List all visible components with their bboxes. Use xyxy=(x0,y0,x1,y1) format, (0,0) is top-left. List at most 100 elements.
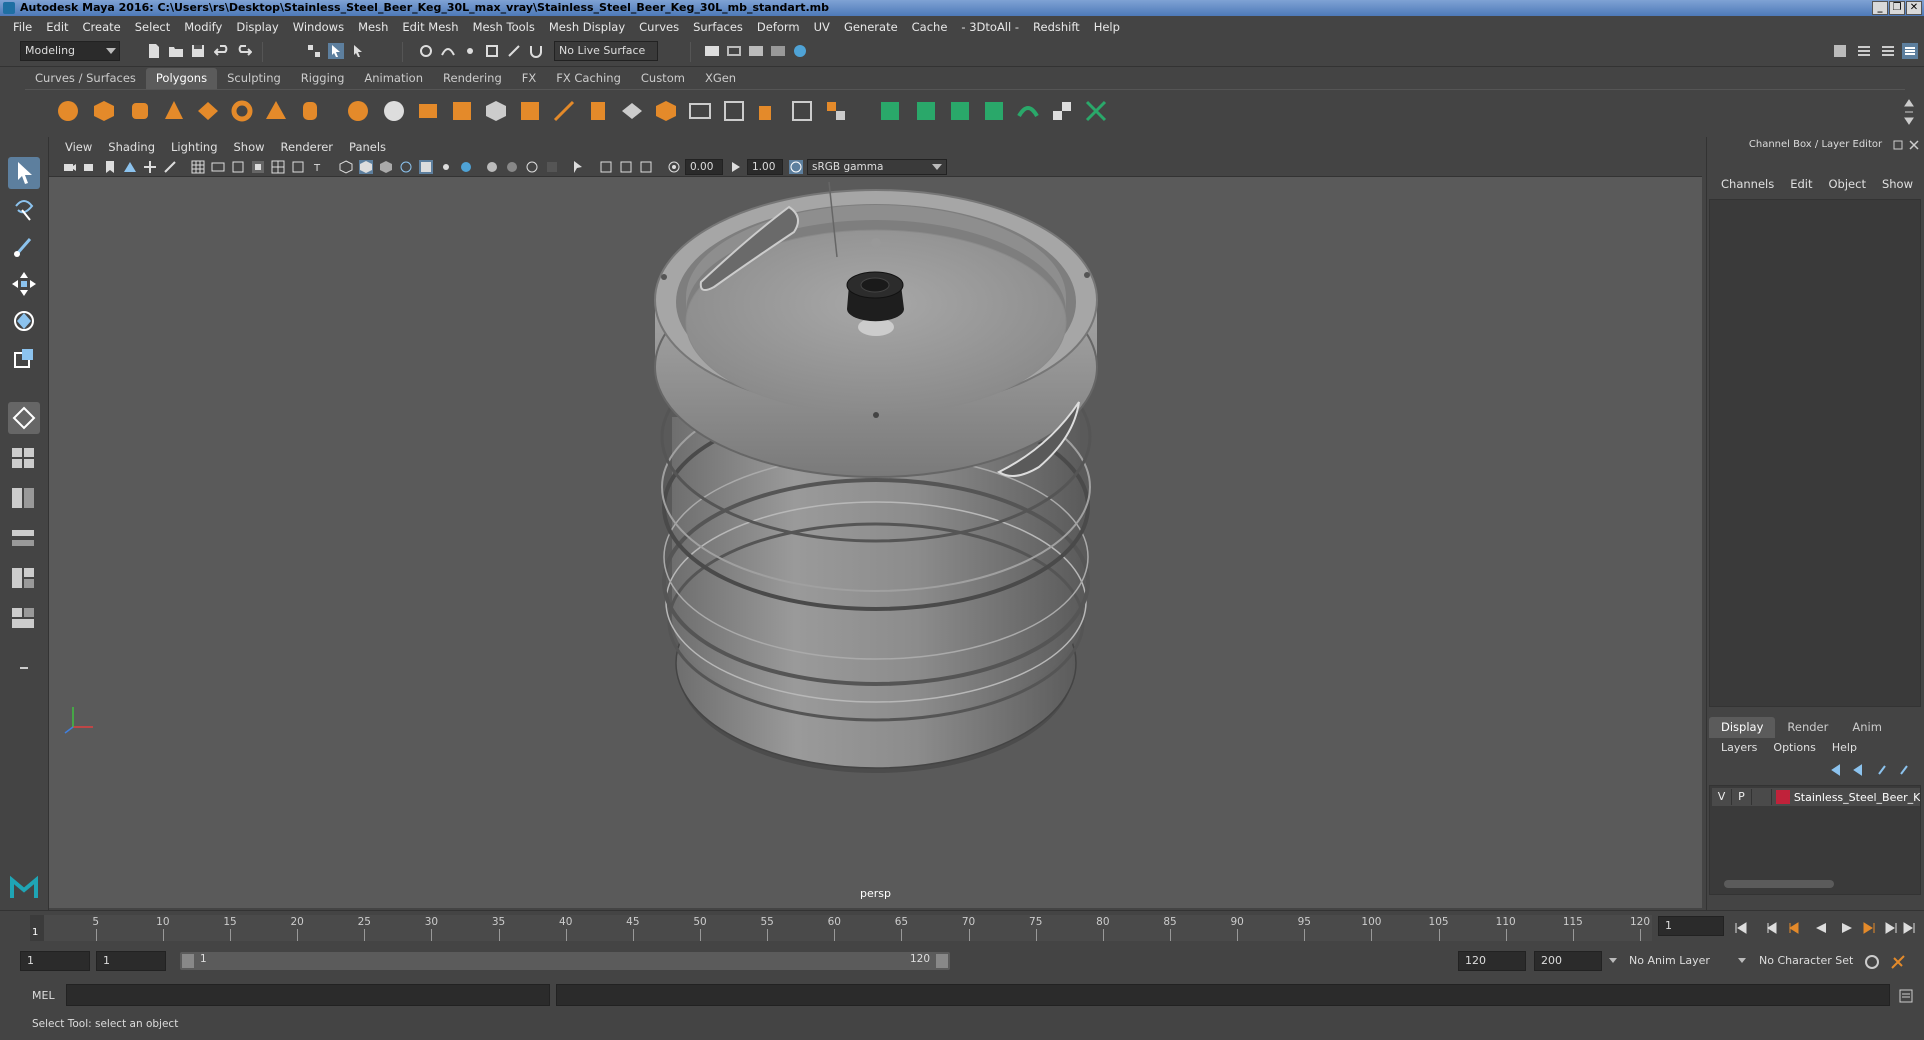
resolution-gate-icon[interactable] xyxy=(231,160,245,174)
channel-list[interactable] xyxy=(1709,199,1921,707)
channel-box-toggle-icon[interactable] xyxy=(1902,43,1918,59)
bridge-icon[interactable] xyxy=(619,98,645,124)
menu-file[interactable]: File xyxy=(6,20,39,34)
lasso-tool-icon[interactable] xyxy=(8,194,40,226)
menu-windows[interactable]: Windows xyxy=(286,20,351,34)
hypershade-layout-icon[interactable] xyxy=(8,602,40,634)
minimize-button[interactable]: _ xyxy=(1872,1,1888,15)
menu-select[interactable]: Select xyxy=(128,20,177,34)
snap-view-plane-icon[interactable] xyxy=(484,43,500,59)
safe-action-icon[interactable] xyxy=(291,160,305,174)
combine-icon[interactable] xyxy=(345,98,371,124)
modeling-toolkit-icon[interactable] xyxy=(1832,43,1848,59)
shelf-tab-curves-surfaces[interactable]: Curves / Surfaces xyxy=(25,68,146,89)
select-by-object-icon[interactable] xyxy=(328,43,344,59)
collapse-icon[interactable] xyxy=(823,98,849,124)
menu-modify[interactable]: Modify xyxy=(177,20,229,34)
channels-menu[interactable]: Channels xyxy=(1713,177,1782,191)
xray-components-icon[interactable] xyxy=(639,160,653,174)
gate-mask-icon[interactable] xyxy=(251,160,265,174)
hypershade-icon[interactable] xyxy=(792,43,808,59)
undo-icon[interactable] xyxy=(214,43,230,59)
menu-uv[interactable]: UV xyxy=(807,20,837,34)
smooth-icon[interactable] xyxy=(449,98,475,124)
poly-pipe-icon[interactable] xyxy=(297,98,323,124)
depth-of-field-icon[interactable] xyxy=(545,160,559,174)
redo-icon[interactable] xyxy=(236,43,252,59)
current-frame-field[interactable]: 1 xyxy=(1658,916,1724,936)
layer-color-swatch[interactable] xyxy=(1775,790,1790,804)
save-scene-icon[interactable] xyxy=(190,43,206,59)
use-all-lights-icon[interactable] xyxy=(439,160,453,174)
layer-visibility-toggle[interactable]: V xyxy=(1712,789,1732,805)
xray-icon[interactable] xyxy=(599,160,613,174)
menu-generate[interactable]: Generate xyxy=(837,20,905,34)
character-set-select[interactable]: No Character Set xyxy=(1752,951,1870,971)
chevron-down-icon[interactable] xyxy=(1609,958,1617,963)
toolbox-more-icon[interactable] xyxy=(8,652,40,684)
shelf-tab-rigging[interactable]: Rigging xyxy=(291,68,355,89)
scale-tool-icon[interactable] xyxy=(8,342,40,374)
shelf-tab-xgen[interactable]: XGen xyxy=(695,68,746,89)
safe-title-icon[interactable]: T xyxy=(311,160,325,174)
uv-planar-icon[interactable] xyxy=(877,98,903,124)
field-chart-icon[interactable] xyxy=(271,160,285,174)
poly-plane-icon[interactable] xyxy=(195,98,221,124)
exposure-icon[interactable] xyxy=(667,160,681,174)
layer-tab-render[interactable]: Render xyxy=(1775,717,1840,738)
uv-automatic-icon[interactable] xyxy=(981,98,1007,124)
command-input[interactable] xyxy=(66,984,550,1006)
film-gate-icon[interactable] xyxy=(211,160,225,174)
layer-name[interactable]: Stainless_Steel_Beer_K xyxy=(1794,791,1920,804)
shelf-tab-custom[interactable]: Custom xyxy=(631,68,695,89)
layer-row[interactable]: V P Stainless_Steel_Beer_K xyxy=(1712,788,1920,806)
viewport-menu-view[interactable]: View xyxy=(57,140,100,154)
two-panel-layout-icon[interactable] xyxy=(8,482,40,514)
default-material-icon[interactable] xyxy=(379,160,393,174)
show-menu[interactable]: Show xyxy=(1874,177,1921,191)
menu-mesh[interactable]: Mesh xyxy=(351,20,395,34)
exposure-field[interactable]: 0.00 xyxy=(685,159,723,175)
grease-pencil-icon[interactable] xyxy=(163,160,177,174)
layer-playback-toggle[interactable]: P xyxy=(1732,789,1752,805)
bevel-icon[interactable] xyxy=(585,98,611,124)
select-by-hierarchy-icon[interactable] xyxy=(306,43,322,59)
move-tool-icon[interactable] xyxy=(8,268,40,300)
grid-icon[interactable] xyxy=(191,160,205,174)
uv-unfold-icon[interactable] xyxy=(1015,98,1041,124)
screen-space-ao-icon[interactable] xyxy=(485,160,499,174)
outliner-layout-icon[interactable] xyxy=(8,522,40,554)
camera-select-icon[interactable] xyxy=(63,160,77,174)
object-menu[interactable]: Object xyxy=(1821,177,1874,191)
layer-type-toggle[interactable] xyxy=(1752,789,1772,805)
shadows-icon[interactable] xyxy=(459,160,473,174)
help-menu[interactable]: Help xyxy=(1824,741,1865,754)
reduce-icon[interactable] xyxy=(483,98,509,124)
render-view-icon[interactable] xyxy=(704,43,720,59)
shelf-tab-polygons[interactable]: Polygons xyxy=(145,68,218,89)
uv-layout-icon[interactable] xyxy=(1083,98,1109,124)
select-tool-icon[interactable] xyxy=(8,157,40,189)
snap-grid-icon[interactable] xyxy=(418,43,434,59)
extrude-icon[interactable] xyxy=(517,98,543,124)
smooth-shade-icon[interactable] xyxy=(359,160,373,174)
layers-menu[interactable]: Layers xyxy=(1713,741,1765,754)
snap-live-icon[interactable] xyxy=(506,43,522,59)
mode-selector[interactable]: Modeling xyxy=(20,41,120,61)
shelf-tab-rendering[interactable]: Rendering xyxy=(433,68,512,89)
layer-tab-anim[interactable]: Anim xyxy=(1840,717,1894,738)
rotate-tool-icon[interactable] xyxy=(8,305,40,337)
menu-edit-mesh[interactable]: Edit Mesh xyxy=(395,20,465,34)
multi-cut-icon[interactable] xyxy=(551,98,577,124)
snap-curve-icon[interactable] xyxy=(440,43,456,59)
poly-cylinder-icon[interactable] xyxy=(127,98,153,124)
poly-cone-icon[interactable] xyxy=(161,98,187,124)
menu-edit[interactable]: Edit xyxy=(39,20,75,34)
range-end-handle[interactable] xyxy=(936,954,948,968)
magnet-icon[interactable] xyxy=(528,43,544,59)
chevron-down-icon[interactable] xyxy=(1738,958,1746,963)
shelf-scroll-icon[interactable] xyxy=(1903,96,1915,128)
snap-point-icon[interactable] xyxy=(462,43,478,59)
new-scene-icon[interactable] xyxy=(146,43,162,59)
uv-checker-icon[interactable] xyxy=(1049,98,1075,124)
